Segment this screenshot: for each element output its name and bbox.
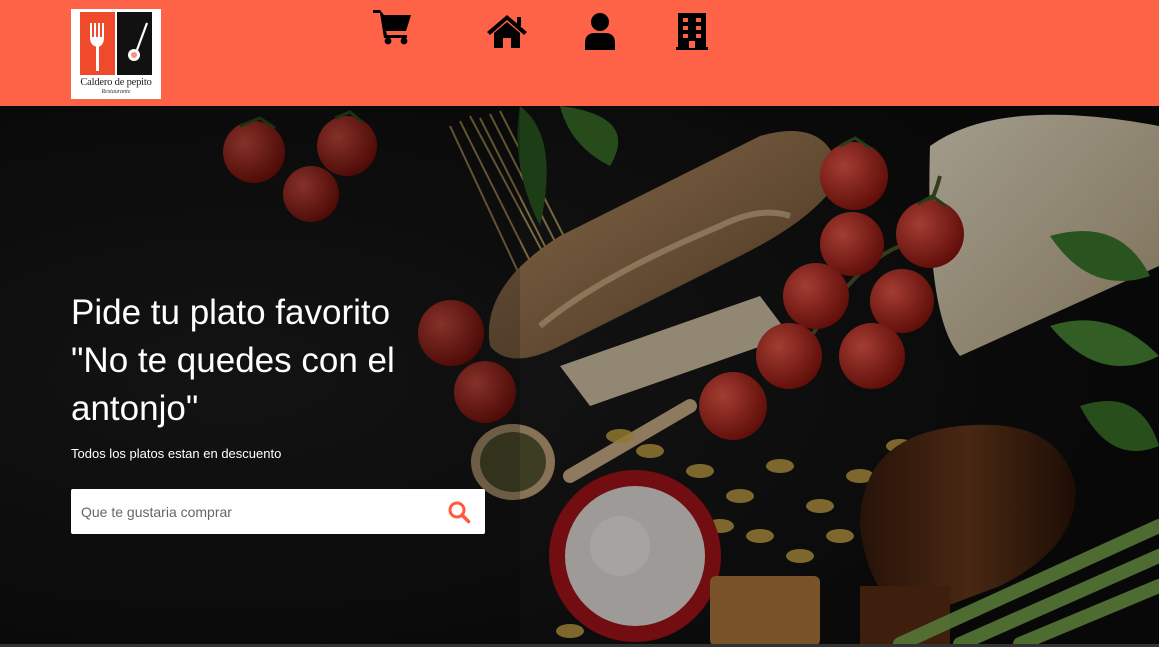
top-header: Caldero de pepito Restaurante	[0, 0, 1159, 106]
hero-title-line-3: antonjo"	[71, 389, 199, 428]
cart-icon[interactable]	[372, 8, 412, 45]
restaurant-logo[interactable]: Caldero de pepito Restaurante	[71, 9, 161, 99]
hero-title: Pide tu plato favorito "No te quedes con…	[71, 289, 491, 433]
hero-banner: Pide tu plato favorito "No te quedes con…	[0, 106, 1159, 644]
search-bar	[71, 489, 485, 534]
logo-emblem	[80, 12, 152, 75]
search-input[interactable]	[71, 489, 431, 534]
user-icon[interactable]	[583, 13, 617, 50]
brand-name: Caldero de pepito	[80, 77, 152, 88]
hero-title-line-1: Pide tu plato favorito	[71, 293, 391, 332]
home-icon[interactable]	[486, 14, 528, 48]
brand-tagline: Restaurante	[101, 89, 131, 95]
search-icon[interactable]	[447, 500, 471, 524]
hero-title-line-2: "No te quedes con el	[71, 341, 395, 380]
hero-subtitle: Todos los platos estan en descuento	[71, 446, 282, 461]
building-icon[interactable]	[676, 13, 708, 50]
